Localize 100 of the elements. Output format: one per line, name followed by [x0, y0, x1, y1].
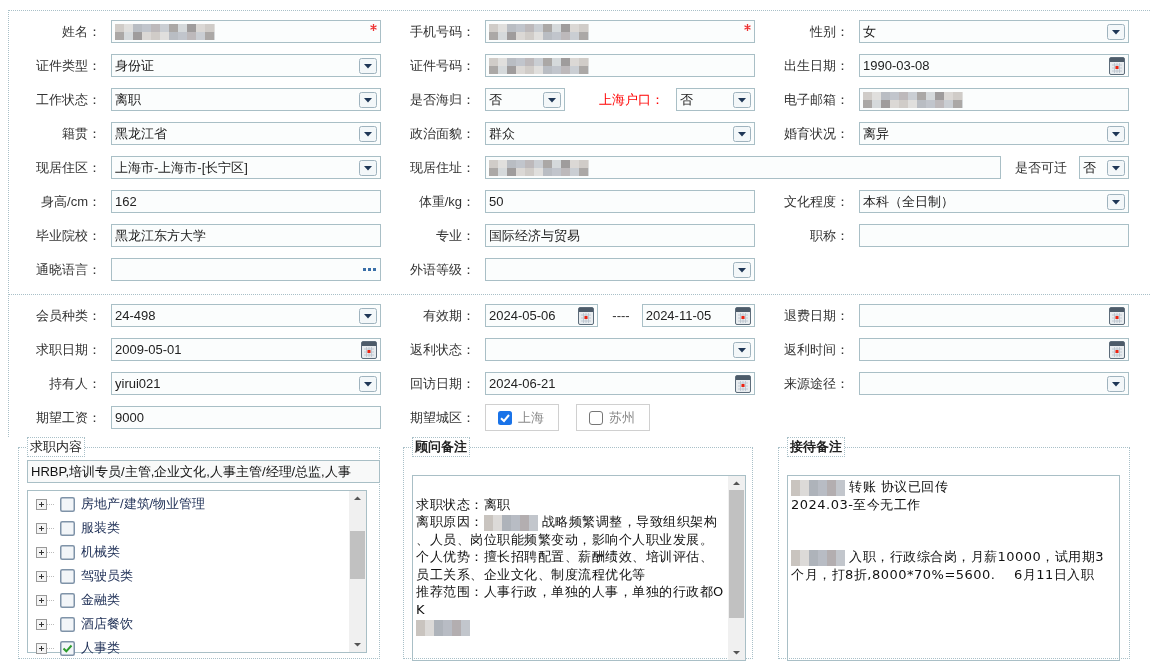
ellipsis-icon[interactable]	[363, 267, 377, 272]
form-label: 外语等级：	[409, 260, 476, 279]
form-label: 文化程度：	[783, 192, 850, 211]
text-field[interactable]: 9000	[111, 406, 381, 429]
notes-area[interactable]: 求职状态：离职 离职原因： 战略频繁调整，导致组织架构、人员、岗位职能频繁变动，影响个人职业发展。 个人优势：擅长招聘配置、薪酬绩效、培训评估、员工关系、企业文化、制度流程优化等 推荐范围：人事行政，单独的人事，单独的行政都OK	[412, 475, 746, 661]
checkbox-icon[interactable]	[60, 544, 75, 560]
caret-button[interactable]	[733, 125, 751, 142]
text-field[interactable]: 黑龙江东方大学	[111, 224, 381, 247]
checkbox-icon[interactable]	[60, 520, 75, 536]
text-field[interactable]	[111, 20, 381, 43]
text-field[interactable]: 162	[111, 190, 381, 213]
calendar-icon[interactable]	[578, 306, 595, 325]
form-label: 出生日期：	[783, 56, 850, 75]
date-field[interactable]: 2024-11-05	[641, 304, 755, 327]
caret-button[interactable]	[1107, 375, 1125, 392]
dropdown-field[interactable]: 否	[485, 88, 565, 111]
dropdown-field[interactable]: 身份证	[111, 54, 381, 77]
text-field[interactable]: 国际经济与贸易	[485, 224, 755, 247]
checkbox-icon[interactable]	[589, 410, 603, 425]
dropdown-field[interactable]: 24-498	[111, 304, 381, 327]
scrollbar[interactable]	[728, 476, 745, 660]
checkbox-icon[interactable]	[60, 592, 75, 608]
text-field[interactable]	[859, 224, 1129, 247]
form-label: 会员种类：	[35, 306, 102, 325]
text-field[interactable]	[859, 88, 1129, 111]
date-field[interactable]	[859, 304, 1129, 327]
dropdown-field[interactable]	[485, 338, 755, 361]
tree-item[interactable]: 金融类	[36, 588, 349, 612]
caret-button[interactable]	[1107, 23, 1125, 40]
dropdown-field[interactable]: 否	[675, 88, 755, 111]
dropdown-field[interactable]	[485, 258, 755, 281]
text-field[interactable]	[485, 54, 755, 77]
picker-field[interactable]	[111, 258, 381, 281]
caret-button[interactable]	[1107, 193, 1125, 210]
dropdown-field[interactable]: yirui021	[111, 372, 381, 395]
checkbox-button[interactable]: 上海	[485, 404, 559, 431]
caret-button[interactable]	[733, 261, 751, 278]
dropdown-field[interactable]: 本科（全日制）	[859, 190, 1129, 213]
checkbox-icon[interactable]	[60, 568, 75, 584]
text-field[interactable]	[485, 20, 755, 43]
note-text: 个人优势：擅长招聘配置、薪酬绩效、培训评估、员工关系、企业文化、制度流程优化等	[416, 548, 714, 583]
date-field[interactable]: 2009-05-01	[111, 338, 381, 361]
caret-button[interactable]	[733, 91, 751, 108]
form-label: 期望工资：	[35, 408, 102, 427]
checkbox-icon[interactable]	[60, 640, 75, 656]
checkbox-icon[interactable]	[498, 410, 512, 425]
tree-item[interactable]: 房地产/建筑/物业管理	[36, 492, 349, 516]
dropdown-field[interactable]: 离职	[111, 88, 381, 111]
dropdown-field[interactable]: 黑龙江省	[111, 122, 381, 145]
text-field[interactable]	[485, 156, 1001, 179]
caret-button[interactable]	[359, 375, 377, 392]
expand-icon[interactable]	[36, 594, 54, 606]
calendar-icon[interactable]	[735, 374, 751, 393]
dropdown-field[interactable]: 否	[1079, 156, 1129, 179]
dropdown-field[interactable]: 离异	[859, 122, 1129, 145]
expand-icon[interactable]	[36, 642, 54, 654]
text-field[interactable]: HRBP,培训专员/主管,企业文化,人事主管/经理/总监,人事	[27, 460, 380, 483]
caret-button[interactable]	[359, 91, 377, 108]
date-field[interactable]: 2024-06-21	[485, 372, 755, 395]
caret-button[interactable]	[359, 307, 377, 324]
expand-icon[interactable]	[36, 570, 54, 582]
expand-icon[interactable]	[36, 546, 54, 558]
caret-button[interactable]	[1107, 125, 1125, 142]
caret-button[interactable]	[359, 159, 377, 176]
caret-button[interactable]	[359, 125, 377, 142]
checkbox-icon[interactable]	[60, 616, 75, 632]
caret-button[interactable]	[542, 91, 561, 108]
calendar-icon[interactable]	[1109, 56, 1125, 75]
calendar-icon[interactable]	[1109, 340, 1125, 359]
tree-item[interactable]: 机械类	[36, 540, 349, 564]
tree-item[interactable]: 人事类	[36, 636, 349, 660]
expand-icon[interactable]	[36, 522, 54, 534]
notes-area[interactable]: 转账 协议已回传 2024.03-至今无工作 入职，行政综合岗，月薪10000，试用期3个月，打8折,8000*70%=5600. 6月11日入职	[787, 475, 1120, 661]
dropdown-field[interactable]	[859, 372, 1129, 395]
calendar-icon[interactable]	[361, 340, 377, 359]
form-label: 手机号码：	[409, 22, 476, 41]
note-text: 2024.03-至今无工作	[791, 495, 922, 513]
form-label: 职称：	[809, 226, 850, 245]
caret-button[interactable]	[1107, 159, 1125, 176]
form-label: 姓名：	[61, 22, 102, 41]
tree-item[interactable]: 驾驶员类	[36, 564, 349, 588]
tree-item[interactable]: 服装类	[36, 516, 349, 540]
checkbox-icon[interactable]	[60, 496, 75, 512]
expand-icon[interactable]	[36, 498, 54, 510]
caret-button[interactable]	[359, 57, 377, 74]
caret-button[interactable]	[733, 341, 751, 358]
dropdown-field[interactable]: 群众	[485, 122, 755, 145]
date-field[interactable]	[859, 338, 1129, 361]
date-field[interactable]: 1990-03-08	[859, 54, 1129, 77]
calendar-icon[interactable]	[1109, 306, 1125, 325]
expand-icon[interactable]	[36, 618, 54, 630]
text-field[interactable]: 50	[485, 190, 755, 213]
tree-item[interactable]: 酒店餐饮	[36, 612, 349, 636]
checkbox-button[interactable]: 苏州	[576, 404, 650, 431]
calendar-icon[interactable]	[735, 306, 751, 325]
dropdown-field[interactable]: 女	[859, 20, 1129, 43]
date-field[interactable]: 2024-05-06	[485, 304, 599, 327]
scrollbar[interactable]	[349, 491, 366, 652]
form-label: 通晓语言：	[35, 260, 102, 279]
dropdown-field[interactable]: 上海市-上海市-[长宁区]	[111, 156, 381, 179]
